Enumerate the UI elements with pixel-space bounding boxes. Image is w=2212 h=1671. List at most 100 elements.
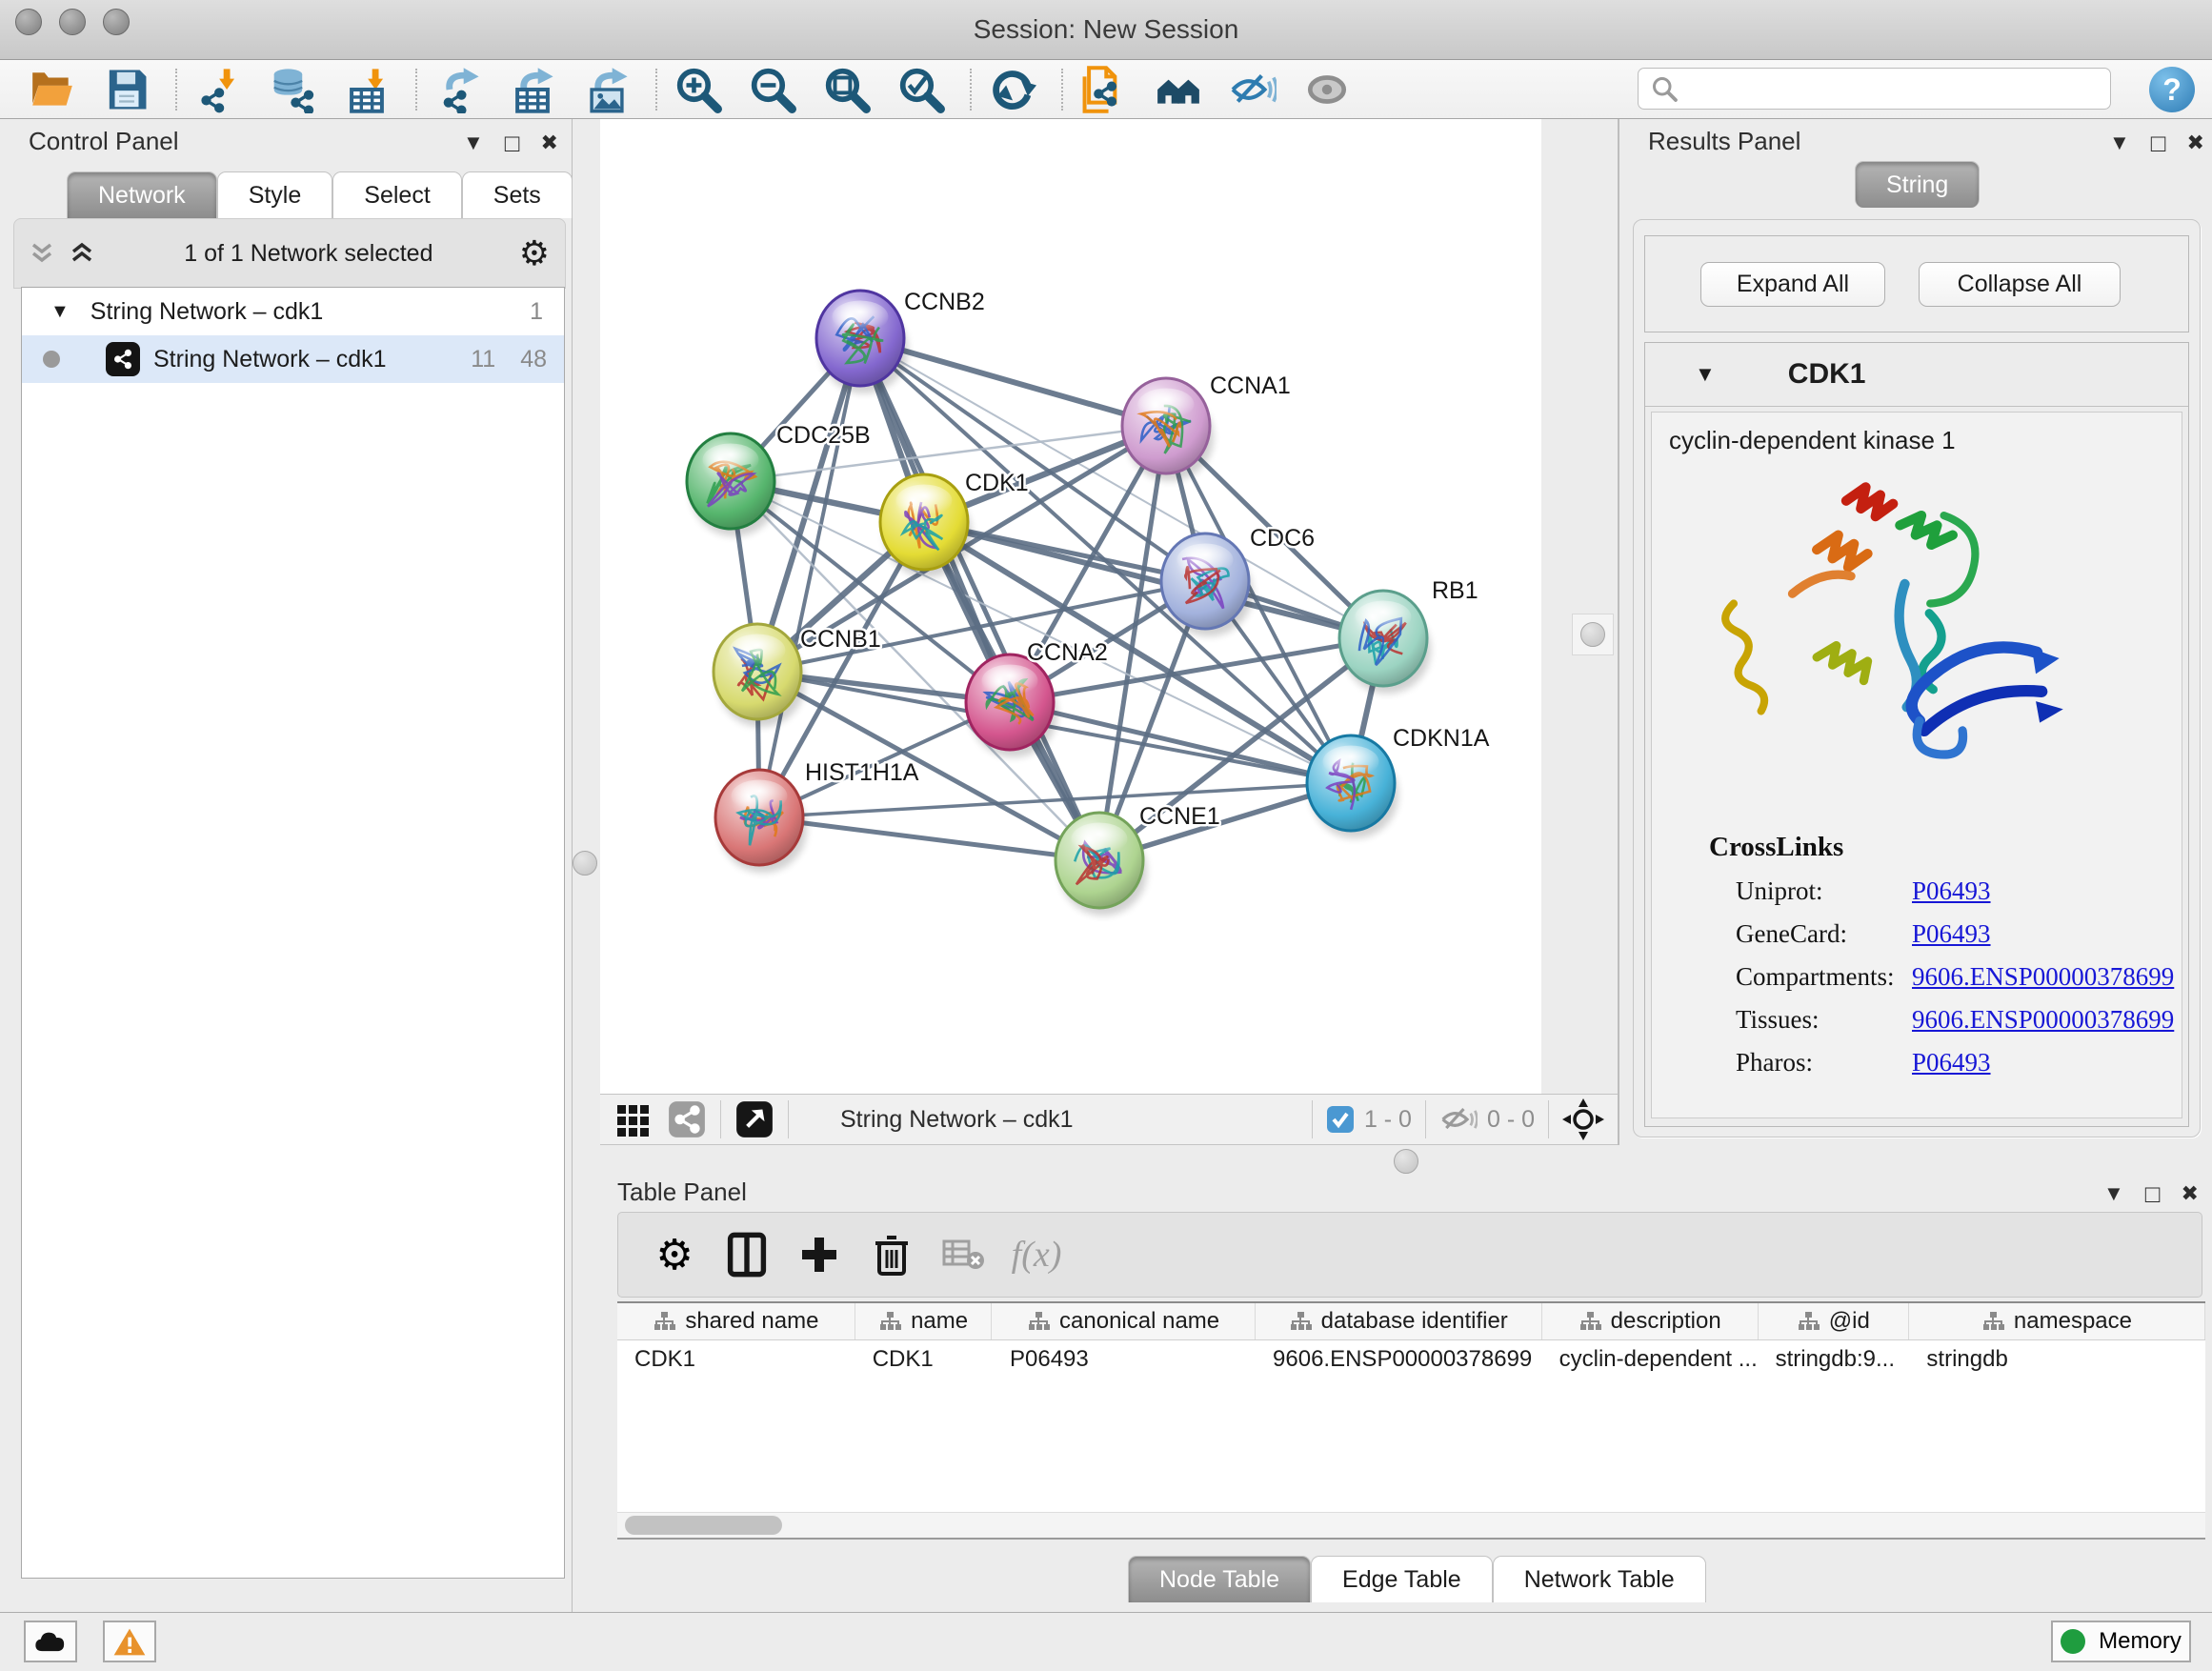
help-button[interactable]: ? bbox=[2149, 67, 2195, 112]
hidden-eye-icon[interactable] bbox=[1439, 1103, 1478, 1136]
right-splitter-handle[interactable] bbox=[1580, 622, 1605, 647]
network-collection-row[interactable]: ▼ String Network – cdk1 1 bbox=[22, 288, 564, 335]
network-node-CCNB1[interactable] bbox=[714, 624, 801, 719]
tab-select[interactable]: Select bbox=[332, 171, 461, 218]
network-canvas[interactable]: CCNB2CCNA1CDC25BCDK1CDC6RB1CCNB1CCNA2CDK… bbox=[600, 119, 1541, 1094]
memory-button[interactable]: Memory bbox=[2051, 1621, 2191, 1662]
export-table-button[interactable] bbox=[505, 63, 560, 116]
function-builder-button[interactable]: f(x) bbox=[1009, 1226, 1064, 1283]
column-header-namespace[interactable]: namespace bbox=[1909, 1303, 2205, 1339]
crosslink-link[interactable]: P06493 bbox=[1912, 1048, 1991, 1077]
import-table-from-file-button[interactable] bbox=[339, 63, 394, 116]
network-edge[interactable] bbox=[759, 817, 1099, 860]
show-columns-button[interactable] bbox=[719, 1226, 774, 1283]
network-options-gear-icon[interactable]: ⚙ bbox=[519, 234, 550, 273]
search-field[interactable] bbox=[1638, 68, 2111, 110]
column-header-@id[interactable]: @id bbox=[1759, 1303, 1909, 1339]
node-label-CCNA1: CCNA1 bbox=[1210, 372, 1291, 399]
first-neighbors-button[interactable] bbox=[1151, 63, 1206, 116]
birdseye-grid-icon[interactable] bbox=[613, 1099, 654, 1139]
tab-node-table[interactable]: Node Table bbox=[1128, 1556, 1311, 1602]
create-column-button[interactable] bbox=[792, 1226, 847, 1283]
import-network-from-file-button[interactable] bbox=[191, 63, 246, 116]
zoom-out-button[interactable] bbox=[745, 63, 800, 116]
open-session-button[interactable] bbox=[25, 63, 80, 116]
network-node-CDKN1A[interactable] bbox=[1307, 735, 1395, 831]
network-edge[interactable] bbox=[759, 338, 860, 817]
results-panel-float-icon[interactable]: □ bbox=[2151, 131, 2166, 155]
network-node-CDC6[interactable] bbox=[1161, 534, 1249, 629]
export-network-button[interactable] bbox=[431, 63, 486, 116]
open-in-window-icon[interactable] bbox=[734, 1099, 774, 1139]
selected-checkbox-icon[interactable] bbox=[1326, 1105, 1355, 1134]
import-network-from-database-button[interactable] bbox=[265, 63, 320, 116]
columns-icon bbox=[726, 1231, 768, 1278]
cloud-status-button[interactable] bbox=[24, 1621, 77, 1662]
network-node-CCNA2[interactable] bbox=[966, 654, 1054, 750]
new-network-from-selection-button[interactable] bbox=[1076, 63, 1132, 116]
zoom-selected-button[interactable] bbox=[894, 63, 949, 116]
export-image-button[interactable] bbox=[579, 63, 634, 116]
collection-expand-icon[interactable]: ▼ bbox=[50, 301, 70, 323]
network-node-CCNE1[interactable] bbox=[1056, 813, 1143, 908]
network-node-CCNB2[interactable] bbox=[816, 291, 904, 386]
right-splitter[interactable] bbox=[1572, 614, 1614, 655]
table-hscrollbar-thumb[interactable] bbox=[625, 1516, 782, 1535]
table-panel-close-icon[interactable]: ✖ bbox=[2182, 1183, 2199, 1204]
control-panel-close-icon[interactable]: ✖ bbox=[541, 132, 558, 153]
table-hscrollbar[interactable] bbox=[617, 1512, 2205, 1538]
crosslink-link[interactable]: 9606.ENSP00000378699 bbox=[1912, 1005, 2174, 1035]
search-input[interactable] bbox=[1688, 74, 2110, 103]
column-header-canonical-name[interactable]: canonical name bbox=[992, 1303, 1255, 1339]
zoom-fit-button[interactable] bbox=[819, 63, 875, 116]
collapse-all-icon[interactable] bbox=[26, 237, 58, 270]
column-header-database-identifier[interactable]: database identifier bbox=[1256, 1303, 1542, 1339]
control-panel-float-icon[interactable]: □ bbox=[505, 131, 520, 155]
results-panel-close-icon[interactable]: ✖ bbox=[2187, 132, 2204, 153]
crosslink-link[interactable]: P06493 bbox=[1912, 919, 1991, 949]
crosslink-link[interactable]: 9606.ENSP00000378699 bbox=[1912, 962, 2174, 992]
tab-edge-table[interactable]: Edge Table bbox=[1311, 1556, 1493, 1602]
expand-all-button[interactable]: Expand All bbox=[1700, 262, 1885, 307]
view-toolbar-separator bbox=[1548, 1100, 1549, 1138]
network-node-RB1[interactable] bbox=[1339, 591, 1427, 686]
column-header-shared-name[interactable]: shared name bbox=[617, 1303, 855, 1339]
network-node-CDK1[interactable] bbox=[880, 474, 968, 570]
toolbar-separator bbox=[175, 69, 177, 111]
left-splitter-handle[interactable] bbox=[573, 851, 597, 876]
collapse-all-button[interactable]: Collapse All bbox=[1919, 262, 2121, 307]
table-row[interactable]: CDK1CDK1P064939606.ENSP00000378699cyclin… bbox=[617, 1340, 2205, 1379]
column-header-description[interactable]: description bbox=[1542, 1303, 1759, 1339]
network-node-CDC25B[interactable] bbox=[687, 433, 774, 529]
refresh-layout-button[interactable] bbox=[985, 63, 1040, 116]
control-panel-menu-icon[interactable]: ▼ bbox=[463, 132, 484, 153]
table-panel-float-icon[interactable]: □ bbox=[2145, 1181, 2161, 1206]
crosslink-link[interactable]: P06493 bbox=[1912, 876, 1991, 906]
table-options-button[interactable]: ⚙ bbox=[647, 1226, 702, 1283]
protein-section-header[interactable]: ▼ CDK1 bbox=[1645, 343, 2188, 407]
save-session-button[interactable] bbox=[99, 63, 154, 116]
hide-selected-button[interactable] bbox=[1225, 63, 1280, 116]
fit-selected-crosshair-icon[interactable] bbox=[1562, 1098, 1604, 1140]
tab-style[interactable]: Style bbox=[217, 171, 333, 218]
horizontal-splitter-handle[interactable] bbox=[1394, 1149, 1418, 1174]
expand-all-icon[interactable] bbox=[66, 237, 98, 270]
show-all-button[interactable] bbox=[1299, 63, 1355, 116]
protein-collapse-icon[interactable]: ▼ bbox=[1695, 362, 1716, 387]
warnings-button[interactable] bbox=[103, 1621, 156, 1662]
network-row[interactable]: String Network – cdk1 11 48 bbox=[22, 335, 564, 383]
clear-table-button[interactable] bbox=[936, 1226, 992, 1283]
column-header-name[interactable]: name bbox=[855, 1303, 993, 1339]
network-node-CCNA1[interactable] bbox=[1122, 378, 1210, 473]
tab-network[interactable]: Network bbox=[67, 171, 217, 218]
delete-column-button[interactable] bbox=[864, 1226, 919, 1283]
refresh-icon bbox=[989, 66, 1036, 113]
tab-string[interactable]: String bbox=[1855, 161, 1980, 208]
results-panel-menu-icon[interactable]: ▼ bbox=[2109, 132, 2130, 153]
tab-network-table[interactable]: Network Table bbox=[1493, 1556, 1706, 1602]
zoom-in-button[interactable] bbox=[671, 63, 726, 116]
string-view-icon[interactable] bbox=[667, 1099, 707, 1139]
network-node-HIST1H1A[interactable] bbox=[715, 770, 803, 865]
tab-sets[interactable]: Sets bbox=[462, 171, 573, 218]
table-panel-menu-icon[interactable]: ▼ bbox=[2103, 1183, 2124, 1204]
